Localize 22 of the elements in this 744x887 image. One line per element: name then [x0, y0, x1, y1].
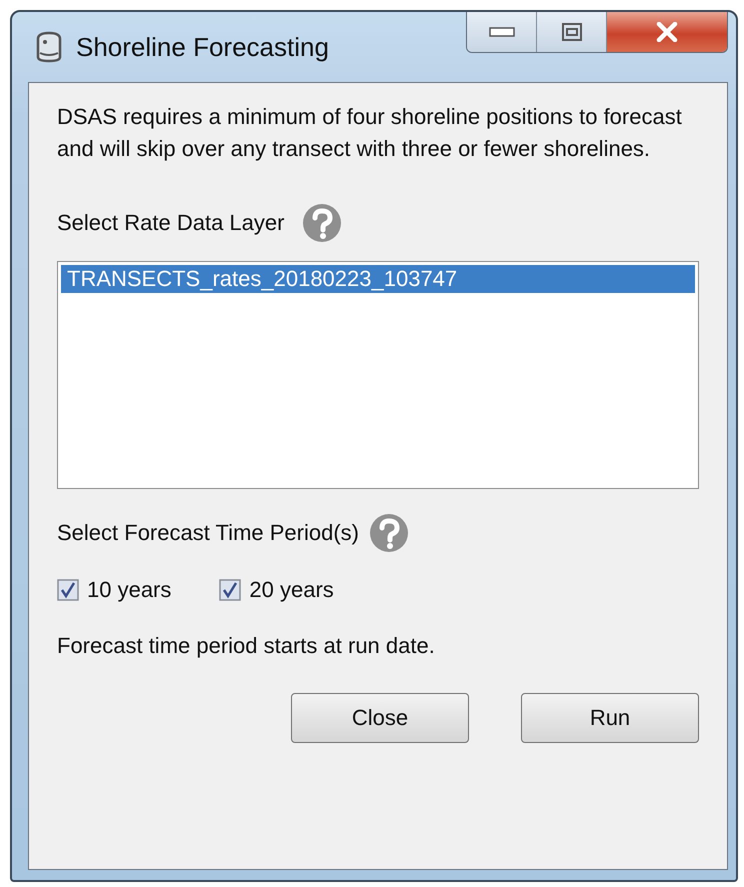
maximize-icon: [562, 23, 582, 41]
checkbox[interactable]: [219, 579, 242, 601]
minimize-button[interactable]: [467, 12, 537, 52]
section-label: Select Rate Data Layer: [57, 210, 284, 236]
dialog-button[interactable]: Close: [291, 693, 469, 743]
layer-list[interactable]: TRANSECTS_rates_20180223_103747: [57, 261, 699, 489]
checkbox-label: 10 years: [87, 577, 172, 603]
close-icon: [656, 22, 678, 42]
note-text: Forecast time period starts at run date.: [57, 633, 436, 659]
help-icon: [368, 513, 409, 553]
app-icon: [34, 31, 64, 63]
maximize-button[interactable]: [537, 12, 607, 52]
dialog-button[interactable]: Run: [521, 693, 699, 743]
window-title: Shoreline Forecasting: [76, 32, 329, 62]
close-button[interactable]: [607, 12, 727, 52]
intro-text: DSAS requires a minimum of four shoreline positions to forecast and will skip over any transect with three or fewer shorelines.: [57, 103, 683, 163]
checkbox[interactable]: [57, 579, 79, 601]
minimize-icon: [488, 27, 514, 37]
list-item[interactable]: TRANSECTS_rates_20180223_103747: [61, 265, 695, 293]
checkbox-label: 20 years: [249, 577, 334, 603]
section-label: Select Forecast Time Period(s): [57, 520, 359, 546]
help-icon: [302, 203, 342, 243]
